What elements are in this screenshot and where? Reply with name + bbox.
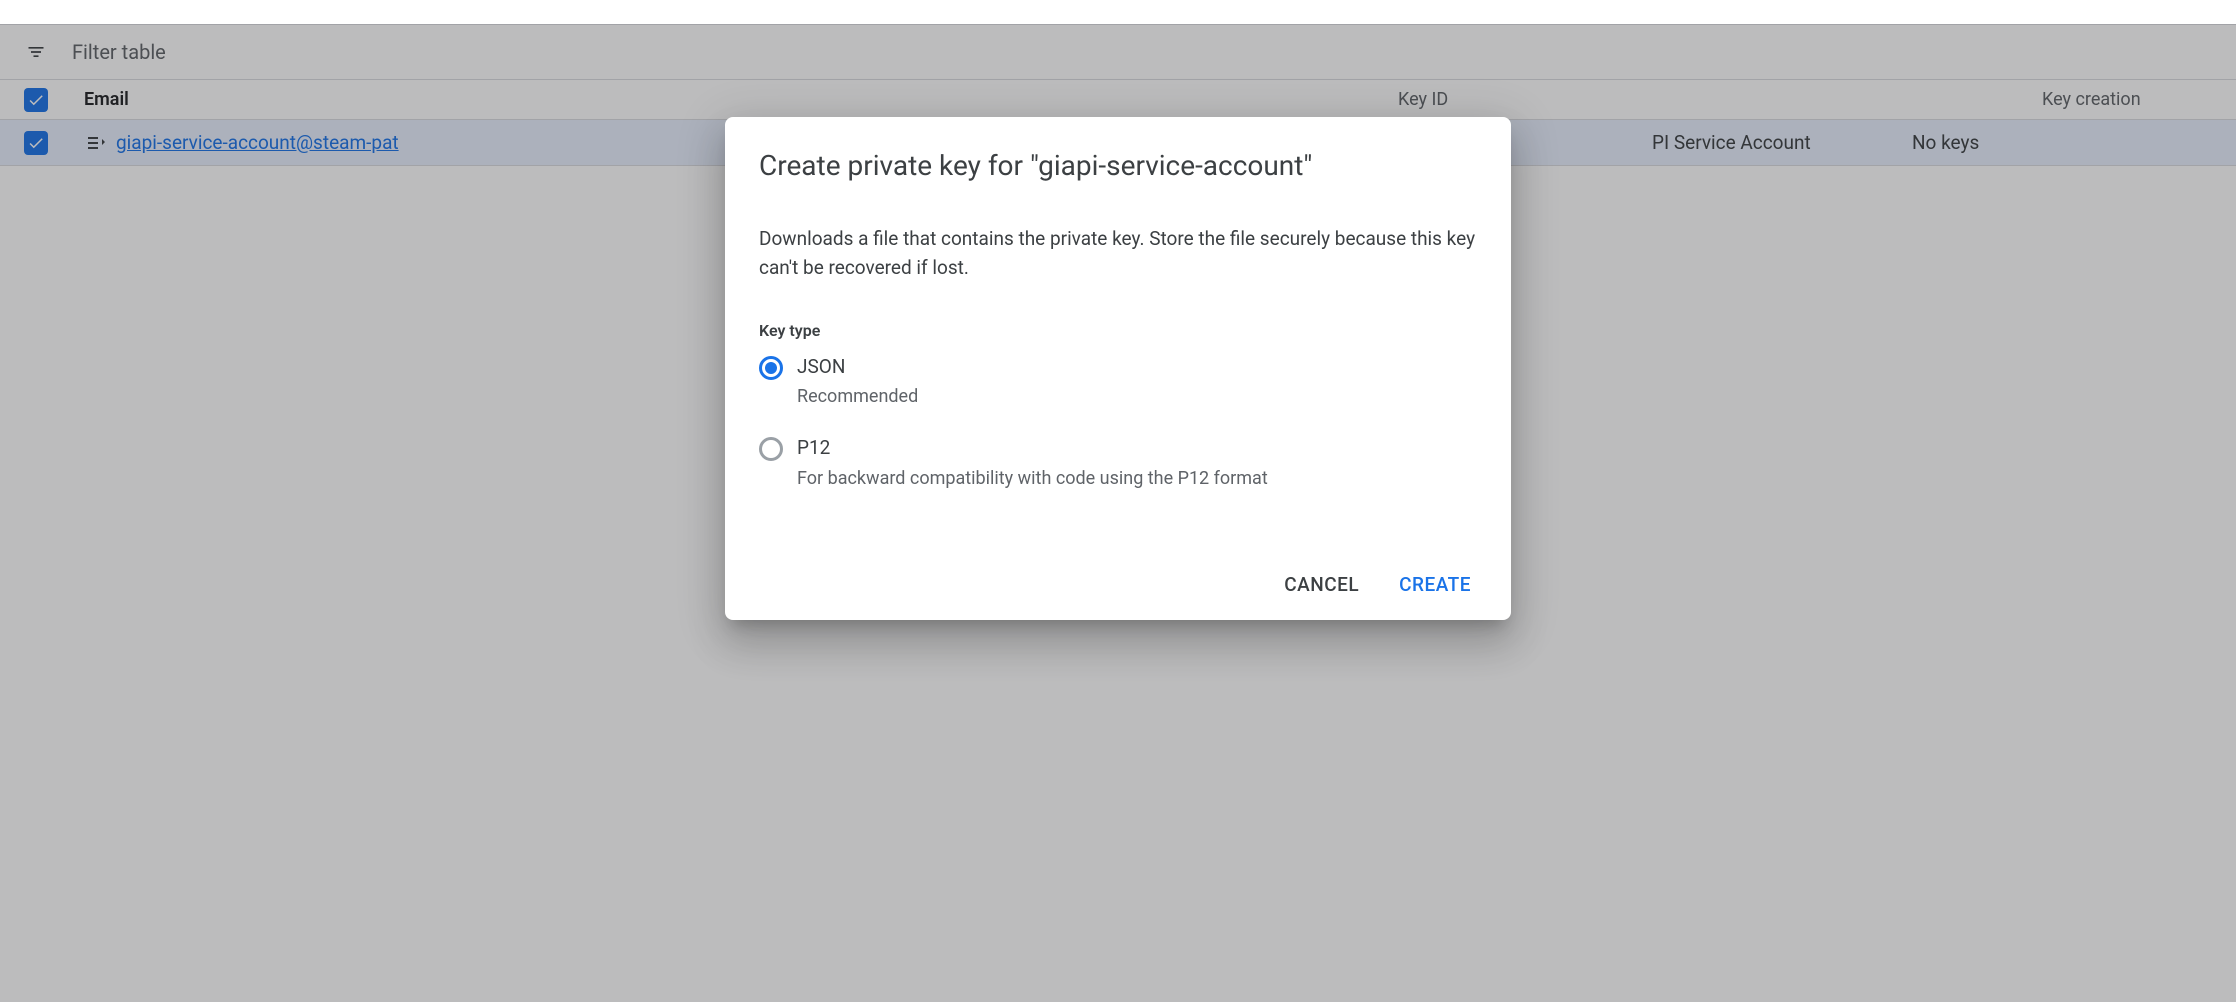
radio-sublabel-json: Recommended: [797, 386, 918, 407]
key-type-label: Key type: [759, 321, 1477, 340]
dialog-actions: CANCEL CREATE: [759, 573, 1477, 596]
dialog-title: Create private key for "giapi-service-ac…: [759, 149, 1477, 182]
key-type-radio-group: JSON Recommended P12 For backward compat…: [759, 354, 1477, 489]
cancel-button[interactable]: CANCEL: [1284, 573, 1359, 596]
radio-text-p12: P12 For backward compatibility with code…: [797, 435, 1268, 489]
radio-label-p12: P12: [797, 435, 1268, 462]
radio-option-json[interactable]: JSON Recommended: [759, 354, 1477, 408]
create-button[interactable]: CREATE: [1399, 573, 1471, 596]
create-key-dialog: Create private key for "giapi-service-ac…: [725, 117, 1511, 620]
radio-option-p12[interactable]: P12 For backward compatibility with code…: [759, 435, 1477, 489]
radio-button-json[interactable]: [759, 356, 783, 380]
radio-sublabel-p12: For backward compatibility with code usi…: [797, 468, 1268, 489]
dialog-description: Downloads a file that contains the priva…: [759, 224, 1477, 283]
radio-label-json: JSON: [797, 354, 918, 381]
radio-button-p12[interactable]: [759, 437, 783, 461]
radio-text-json: JSON Recommended: [797, 354, 918, 408]
